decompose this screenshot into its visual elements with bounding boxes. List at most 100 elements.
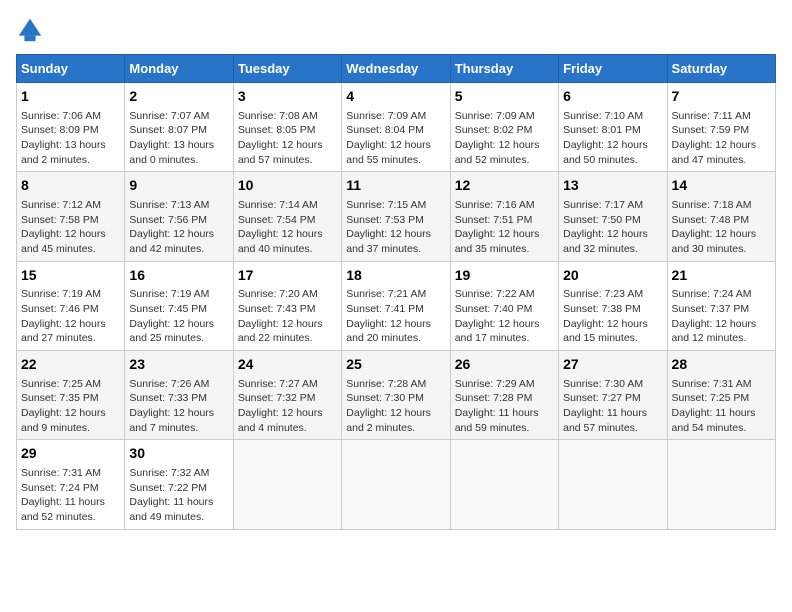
calendar-cell: 16 Sunrise: 7:19 AM Sunset: 7:45 PM Dayl… xyxy=(125,261,233,350)
day-number: 4 xyxy=(346,87,445,107)
logo xyxy=(16,16,48,44)
col-saturday: Saturday xyxy=(667,55,775,83)
day-number: 18 xyxy=(346,266,445,286)
calendar-cell xyxy=(559,440,667,529)
calendar-cell: 18 Sunrise: 7:21 AM Sunset: 7:41 PM Dayl… xyxy=(342,261,450,350)
day-content: Sunrise: 7:31 AM Sunset: 7:25 PM Dayligh… xyxy=(672,377,771,436)
day-content: Sunrise: 7:13 AM Sunset: 7:56 PM Dayligh… xyxy=(129,198,228,257)
calendar-cell: 9 Sunrise: 7:13 AM Sunset: 7:56 PM Dayli… xyxy=(125,172,233,261)
col-monday: Monday xyxy=(125,55,233,83)
day-content: Sunrise: 7:20 AM Sunset: 7:43 PM Dayligh… xyxy=(238,287,337,346)
day-number: 3 xyxy=(238,87,337,107)
day-content: Sunrise: 7:24 AM Sunset: 7:37 PM Dayligh… xyxy=(672,287,771,346)
calendar-cell: 3 Sunrise: 7:08 AM Sunset: 8:05 PM Dayli… xyxy=(233,83,341,172)
calendar-cell: 14 Sunrise: 7:18 AM Sunset: 7:48 PM Dayl… xyxy=(667,172,775,261)
calendar-cell xyxy=(342,440,450,529)
day-number: 19 xyxy=(455,266,554,286)
day-number: 6 xyxy=(563,87,662,107)
calendar-cell: 2 Sunrise: 7:07 AM Sunset: 8:07 PM Dayli… xyxy=(125,83,233,172)
day-content: Sunrise: 7:31 AM Sunset: 7:24 PM Dayligh… xyxy=(21,466,120,525)
day-content: Sunrise: 7:09 AM Sunset: 8:04 PM Dayligh… xyxy=(346,109,445,168)
calendar-cell: 20 Sunrise: 7:23 AM Sunset: 7:38 PM Dayl… xyxy=(559,261,667,350)
day-content: Sunrise: 7:23 AM Sunset: 7:38 PM Dayligh… xyxy=(563,287,662,346)
calendar-table: Sunday Monday Tuesday Wednesday Thursday… xyxy=(16,54,776,530)
calendar-cell: 21 Sunrise: 7:24 AM Sunset: 7:37 PM Dayl… xyxy=(667,261,775,350)
calendar-cell: 7 Sunrise: 7:11 AM Sunset: 7:59 PM Dayli… xyxy=(667,83,775,172)
calendar-cell xyxy=(450,440,558,529)
day-content: Sunrise: 7:11 AM Sunset: 7:59 PM Dayligh… xyxy=(672,109,771,168)
calendar-cell: 28 Sunrise: 7:31 AM Sunset: 7:25 PM Dayl… xyxy=(667,351,775,440)
day-content: Sunrise: 7:22 AM Sunset: 7:40 PM Dayligh… xyxy=(455,287,554,346)
col-sunday: Sunday xyxy=(17,55,125,83)
day-number: 22 xyxy=(21,355,120,375)
day-content: Sunrise: 7:32 AM Sunset: 7:22 PM Dayligh… xyxy=(129,466,228,525)
col-wednesday: Wednesday xyxy=(342,55,450,83)
day-content: Sunrise: 7:18 AM Sunset: 7:48 PM Dayligh… xyxy=(672,198,771,257)
day-content: Sunrise: 7:14 AM Sunset: 7:54 PM Dayligh… xyxy=(238,198,337,257)
day-number: 11 xyxy=(346,176,445,196)
day-number: 16 xyxy=(129,266,228,286)
day-content: Sunrise: 7:15 AM Sunset: 7:53 PM Dayligh… xyxy=(346,198,445,257)
calendar-cell: 19 Sunrise: 7:22 AM Sunset: 7:40 PM Dayl… xyxy=(450,261,558,350)
calendar-cell: 23 Sunrise: 7:26 AM Sunset: 7:33 PM Dayl… xyxy=(125,351,233,440)
col-thursday: Thursday xyxy=(450,55,558,83)
calendar-cell: 6 Sunrise: 7:10 AM Sunset: 8:01 PM Dayli… xyxy=(559,83,667,172)
day-number: 29 xyxy=(21,444,120,464)
calendar-cell: 26 Sunrise: 7:29 AM Sunset: 7:28 PM Dayl… xyxy=(450,351,558,440)
day-content: Sunrise: 7:16 AM Sunset: 7:51 PM Dayligh… xyxy=(455,198,554,257)
day-number: 8 xyxy=(21,176,120,196)
day-number: 24 xyxy=(238,355,337,375)
day-content: Sunrise: 7:29 AM Sunset: 7:28 PM Dayligh… xyxy=(455,377,554,436)
day-content: Sunrise: 7:09 AM Sunset: 8:02 PM Dayligh… xyxy=(455,109,554,168)
day-number: 9 xyxy=(129,176,228,196)
day-number: 10 xyxy=(238,176,337,196)
day-number: 15 xyxy=(21,266,120,286)
calendar-cell: 11 Sunrise: 7:15 AM Sunset: 7:53 PM Dayl… xyxy=(342,172,450,261)
calendar-cell: 30 Sunrise: 7:32 AM Sunset: 7:22 PM Dayl… xyxy=(125,440,233,529)
calendar-cell: 4 Sunrise: 7:09 AM Sunset: 8:04 PM Dayli… xyxy=(342,83,450,172)
day-number: 12 xyxy=(455,176,554,196)
day-number: 23 xyxy=(129,355,228,375)
logo-icon xyxy=(16,16,44,44)
day-content: Sunrise: 7:21 AM Sunset: 7:41 PM Dayligh… xyxy=(346,287,445,346)
calendar-cell: 15 Sunrise: 7:19 AM Sunset: 7:46 PM Dayl… xyxy=(17,261,125,350)
col-friday: Friday xyxy=(559,55,667,83)
day-content: Sunrise: 7:12 AM Sunset: 7:58 PM Dayligh… xyxy=(21,198,120,257)
calendar-cell: 25 Sunrise: 7:28 AM Sunset: 7:30 PM Dayl… xyxy=(342,351,450,440)
day-content: Sunrise: 7:19 AM Sunset: 7:45 PM Dayligh… xyxy=(129,287,228,346)
calendar-cell: 1 Sunrise: 7:06 AM Sunset: 8:09 PM Dayli… xyxy=(17,83,125,172)
calendar-cell: 13 Sunrise: 7:17 AM Sunset: 7:50 PM Dayl… xyxy=(559,172,667,261)
calendar-cell: 8 Sunrise: 7:12 AM Sunset: 7:58 PM Dayli… xyxy=(17,172,125,261)
calendar-header: Sunday Monday Tuesday Wednesday Thursday… xyxy=(17,55,776,83)
day-number: 7 xyxy=(672,87,771,107)
calendar-cell: 10 Sunrise: 7:14 AM Sunset: 7:54 PM Dayl… xyxy=(233,172,341,261)
day-number: 25 xyxy=(346,355,445,375)
page-header xyxy=(16,16,776,44)
day-number: 13 xyxy=(563,176,662,196)
day-content: Sunrise: 7:19 AM Sunset: 7:46 PM Dayligh… xyxy=(21,287,120,346)
calendar-cell: 24 Sunrise: 7:27 AM Sunset: 7:32 PM Dayl… xyxy=(233,351,341,440)
day-number: 30 xyxy=(129,444,228,464)
day-content: Sunrise: 7:08 AM Sunset: 8:05 PM Dayligh… xyxy=(238,109,337,168)
day-content: Sunrise: 7:06 AM Sunset: 8:09 PM Dayligh… xyxy=(21,109,120,168)
day-number: 5 xyxy=(455,87,554,107)
calendar-cell xyxy=(667,440,775,529)
day-content: Sunrise: 7:28 AM Sunset: 7:30 PM Dayligh… xyxy=(346,377,445,436)
day-content: Sunrise: 7:25 AM Sunset: 7:35 PM Dayligh… xyxy=(21,377,120,436)
col-tuesday: Tuesday xyxy=(233,55,341,83)
calendar-body: 1 Sunrise: 7:06 AM Sunset: 8:09 PM Dayli… xyxy=(17,83,776,530)
calendar-cell: 27 Sunrise: 7:30 AM Sunset: 7:27 PM Dayl… xyxy=(559,351,667,440)
day-content: Sunrise: 7:17 AM Sunset: 7:50 PM Dayligh… xyxy=(563,198,662,257)
day-number: 1 xyxy=(21,87,120,107)
day-number: 26 xyxy=(455,355,554,375)
day-content: Sunrise: 7:07 AM Sunset: 8:07 PM Dayligh… xyxy=(129,109,228,168)
day-number: 14 xyxy=(672,176,771,196)
calendar-cell: 22 Sunrise: 7:25 AM Sunset: 7:35 PM Dayl… xyxy=(17,351,125,440)
calendar-cell: 29 Sunrise: 7:31 AM Sunset: 7:24 PM Dayl… xyxy=(17,440,125,529)
day-content: Sunrise: 7:26 AM Sunset: 7:33 PM Dayligh… xyxy=(129,377,228,436)
day-number: 28 xyxy=(672,355,771,375)
calendar-cell xyxy=(233,440,341,529)
day-number: 27 xyxy=(563,355,662,375)
day-number: 21 xyxy=(672,266,771,286)
day-content: Sunrise: 7:10 AM Sunset: 8:01 PM Dayligh… xyxy=(563,109,662,168)
